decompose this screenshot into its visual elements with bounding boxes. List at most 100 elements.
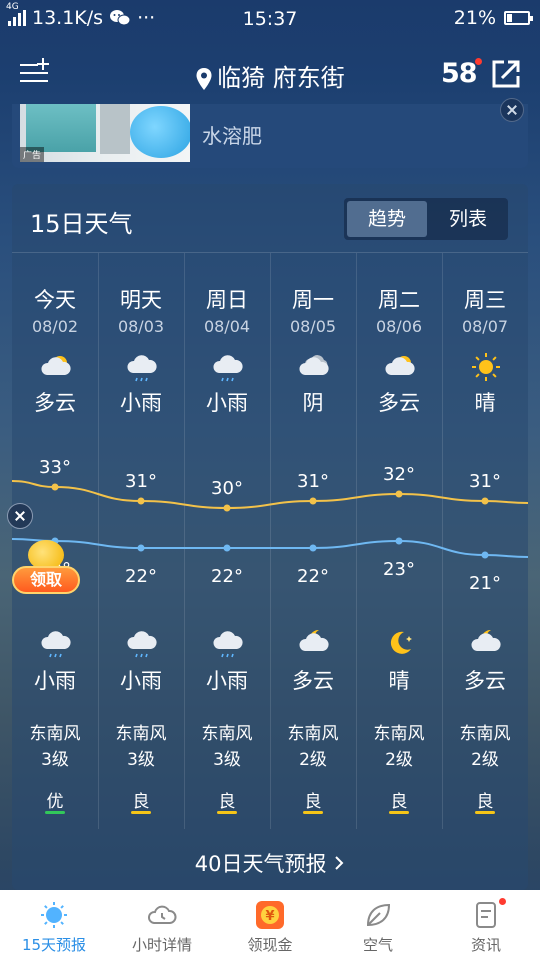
- cloud-icon: [147, 900, 177, 930]
- air-quality: 良: [304, 792, 322, 812]
- day-date: 08/04: [203, 317, 251, 336]
- column-divider: [356, 253, 357, 829]
- column-divider: [98, 253, 99, 829]
- ad-image: 广告: [20, 104, 190, 162]
- ad-close-icon[interactable]: [500, 98, 524, 122]
- nav-label: 15天预报: [21, 936, 87, 954]
- night-condition: 多云: [464, 669, 506, 693]
- day-date: 08/06: [375, 317, 423, 336]
- air-quality: 良: [476, 792, 494, 812]
- air-quality: 优: [46, 792, 64, 812]
- battery-icon: [504, 11, 533, 25]
- light-rain-icon: [126, 627, 158, 659]
- air-quality: 良: [218, 792, 236, 812]
- share-icon[interactable]: [490, 58, 522, 90]
- ad-tag: 广告: [20, 147, 45, 162]
- nav-label: 小时详情: [131, 936, 192, 954]
- tab-list[interactable]: 列表: [428, 201, 508, 237]
- app-header: 临猗 府东街 58: [0, 46, 540, 100]
- air-quality: 良: [390, 792, 408, 812]
- day-name: 周一: [292, 288, 334, 312]
- night-condition: 小雨: [206, 669, 248, 693]
- forecast-day-column[interactable]: 周三 08/07 晴多云 东南风 2级良: [442, 253, 528, 829]
- day-name: 明天: [120, 288, 162, 312]
- tab-trend[interactable]: 趋势: [347, 201, 427, 237]
- cloudy-night-icon: [298, 627, 330, 659]
- forecast-card: 15日天气 趋势 列表 今天 08/02 多云 小雨 东南风 3级优明天 08/03 小雨 小雨…: [12, 184, 528, 890]
- aqi-indicator: [303, 811, 323, 814]
- light-rain-icon: [212, 351, 244, 383]
- moon-icon: [384, 627, 416, 659]
- forecast-day-column[interactable]: 周日 08/04 小雨 小雨 东南风 3级良: [184, 253, 270, 829]
- ad-banner[interactable]: 广告 水溶肥: [12, 98, 528, 168]
- light-rain-icon: [40, 627, 72, 659]
- wind-direction: 东南风: [115, 724, 167, 744]
- forecast-40day-link[interactable]: 40日天气预报: [12, 848, 528, 878]
- column-divider: [184, 253, 185, 829]
- day-condition: 晴: [474, 391, 496, 415]
- view-toggle: 趋势 列表: [344, 198, 508, 240]
- nav-label: 资讯: [470, 936, 501, 954]
- nav-item[interactable]: 小时详情: [108, 890, 216, 960]
- bottom-nav: 15天预报 小时详情 ¥ 领现金 空气 资讯: [0, 890, 540, 960]
- wind-level: 3级: [41, 750, 69, 770]
- day-date: 08/02: [31, 317, 79, 336]
- aqi-indicator: [389, 811, 409, 814]
- day-condition: 多云: [378, 391, 420, 415]
- day-name: 周三: [464, 288, 506, 312]
- aqi-indicator: [217, 811, 237, 814]
- chevron-right-icon: [335, 856, 344, 870]
- wind-direction: 东南风: [373, 724, 425, 744]
- leaf-icon: [363, 900, 393, 930]
- ad-text: 水溶肥: [202, 124, 262, 148]
- forecast-day-column[interactable]: 周一 08/05 阴多云 东南风 2级良: [270, 253, 356, 829]
- brand-58-button[interactable]: 58: [441, 58, 482, 89]
- forecast-title: 15日天气: [30, 210, 133, 238]
- location-text: 临猗 府东街: [217, 64, 345, 92]
- forecast-day-column[interactable]: 周二 08/06 多云晴东南风 2级良: [356, 253, 442, 829]
- promo-close-icon[interactable]: [7, 503, 33, 529]
- battery-percent: 21%: [453, 7, 496, 29]
- wind-direction: 东南风: [287, 724, 339, 744]
- sun-icon: [39, 900, 69, 930]
- forecast-day-column[interactable]: 明天 08/03 小雨 小雨 东南风 3级良: [98, 253, 184, 829]
- wind-level: 3级: [127, 750, 155, 770]
- nav-item[interactable]: 资讯: [432, 890, 540, 960]
- nav-item[interactable]: 空气: [324, 890, 432, 960]
- aqi-indicator: [131, 811, 151, 814]
- day-name: 周日: [206, 288, 248, 312]
- location-pin-icon: [196, 68, 212, 90]
- sun-icon: [470, 351, 502, 383]
- cloudy-night-icon: [470, 627, 502, 659]
- day-date: 08/07: [461, 317, 509, 336]
- promo-claim-button[interactable]: 领取: [12, 566, 80, 594]
- partly-cloudy-icon: [40, 351, 72, 383]
- promo-coupon[interactable]: 领取: [12, 540, 80, 596]
- aqi-indicator: [45, 811, 65, 814]
- nav-label: 领现金: [247, 936, 293, 954]
- light-rain-icon: [212, 627, 244, 659]
- nav-item[interactable]: ¥ 领现金: [216, 890, 324, 960]
- forecast-40day-label: 40日天气预报: [194, 852, 327, 876]
- wind-direction: 东南风: [201, 724, 253, 744]
- column-divider: [442, 253, 443, 829]
- day-name: 周二: [378, 288, 420, 312]
- wind-direction: 东南风: [29, 724, 81, 744]
- column-divider: [270, 253, 271, 829]
- night-condition: 多云: [292, 669, 334, 693]
- news-icon: [471, 900, 501, 930]
- cash-icon: ¥: [255, 900, 285, 930]
- night-condition: 小雨: [34, 669, 76, 693]
- forecast-days[interactable]: 今天 08/02 多云 小雨 东南风 3级优明天 08/03 小雨 小雨 东南风 3级良周日 08/0…: [12, 252, 528, 829]
- aqi-indicator: [475, 811, 495, 814]
- air-quality: 良: [132, 792, 150, 812]
- wind-level: 2级: [385, 750, 413, 770]
- wind-level: 2级: [471, 750, 499, 770]
- nav-item[interactable]: 15天预报: [0, 890, 108, 960]
- notification-badge: [498, 898, 506, 905]
- day-condition: 小雨: [120, 391, 162, 415]
- day-name: 今天: [34, 288, 76, 312]
- notification-dot: [474, 58, 482, 65]
- status-bar: 4G 13.1K/s ··· 15:37 21%: [0, 0, 540, 38]
- brand-58-label: 58: [441, 58, 478, 89]
